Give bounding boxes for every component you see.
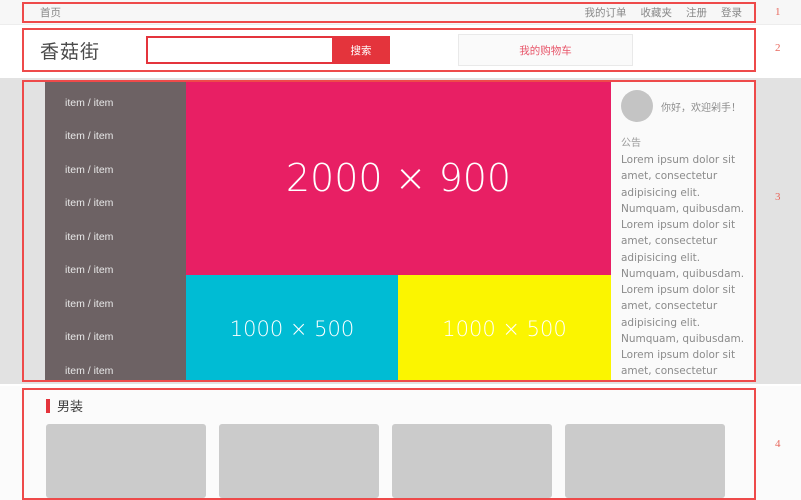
sidebar-item-label: item / item xyxy=(65,130,114,143)
sidebar-item-label: item / item xyxy=(65,364,114,377)
sidebar-item-4[interactable]: item / item xyxy=(45,187,186,221)
banner-row: 1000 × 500 1000 × 500 xyxy=(186,275,611,382)
product-card[interactable] xyxy=(565,424,725,498)
nav-link-login[interactable]: 登录 xyxy=(721,5,742,20)
banner-group: 2000 × 900 1000 × 500 1000 × 500 xyxy=(186,80,611,382)
avatar[interactable] xyxy=(621,90,653,122)
banner-main[interactable]: 2000 × 900 xyxy=(186,80,611,275)
notice-body: Lorem ipsum dolor sit amet, consectetur … xyxy=(621,154,745,382)
annotation-number-3: 3 xyxy=(775,191,781,203)
product-card-row xyxy=(46,424,755,498)
annotation-number-2: 2 xyxy=(775,42,781,54)
greeting-text: 你好，欢迎剁手！ xyxy=(661,102,741,114)
site-header-inner: 香菇街 搜索 我的购物车 xyxy=(22,28,756,72)
category-sidebar: item / item item / item item / item item… xyxy=(45,80,186,382)
section-title: 男装 xyxy=(46,396,755,415)
user-greeting-block: 你好，欢迎剁手！ xyxy=(621,90,747,122)
sidebar-item-5[interactable]: item / item xyxy=(45,220,186,254)
site-header: 香菇街 搜索 我的购物车 xyxy=(0,26,801,76)
annotation-number-1: 1 xyxy=(775,6,781,18)
sidebar-item-label: item / item xyxy=(65,96,114,109)
my-cart-button[interactable]: 我的购物车 xyxy=(458,34,634,66)
hero-inner: item / item item / item item / item item… xyxy=(24,80,755,382)
top-bar: 首页 我的订单 收藏夹 注册 登录 xyxy=(0,0,801,25)
hero-section: item / item item / item item / item item… xyxy=(0,78,801,384)
product-card[interactable] xyxy=(46,424,206,498)
sidebar-item-1[interactable]: item / item xyxy=(45,86,186,120)
site-logo[interactable]: 香菇街 xyxy=(40,37,100,64)
sidebar-item-label: item / item xyxy=(65,197,114,210)
search-input[interactable] xyxy=(146,36,333,64)
nav-link-favorites[interactable]: 收藏夹 xyxy=(641,5,673,20)
section-title-text: 男装 xyxy=(57,399,84,414)
product-card[interactable] xyxy=(219,424,379,498)
top-bar-links: 我的订单 收藏夹 注册 登录 xyxy=(585,5,743,20)
products-inner: 男装 xyxy=(24,388,755,500)
sidebar-item-label: item / item xyxy=(65,264,114,277)
section-accent-bar xyxy=(46,398,50,413)
banner-secondary-right[interactable]: 1000 × 500 xyxy=(398,275,611,382)
sidebar-item-8[interactable]: item / item xyxy=(45,321,186,355)
sidebar-item-6[interactable]: item / item xyxy=(45,254,186,288)
sidebar-item-9[interactable]: item / item xyxy=(45,354,186,388)
sidebar-item-3[interactable]: item / item xyxy=(45,153,186,187)
info-panel: 你好，欢迎剁手！ 公告 Lorem ipsum dolor sit amet, … xyxy=(611,80,755,382)
nav-link-home[interactable]: 首页 xyxy=(40,5,61,20)
banner-secondary-left[interactable]: 1000 × 500 xyxy=(186,275,398,382)
nav-link-my-orders[interactable]: 我的订单 xyxy=(585,5,627,20)
sidebar-item-7[interactable]: item / item xyxy=(45,287,186,321)
sidebar-item-label: item / item xyxy=(65,331,114,344)
search-button[interactable]: 搜索 xyxy=(332,36,391,64)
top-bar-inner: 首页 我的订单 收藏夹 注册 登录 xyxy=(22,2,756,23)
sidebar-item-2[interactable]: item / item xyxy=(45,120,186,154)
notice-heading: 公告 xyxy=(621,138,641,149)
annotation-number-4: 4 xyxy=(775,438,781,450)
search-bar: 搜索 xyxy=(146,36,391,64)
sidebar-item-label: item / item xyxy=(65,297,114,310)
sidebar-item-label: item / item xyxy=(65,163,114,176)
product-card[interactable] xyxy=(392,424,552,498)
nav-link-register[interactable]: 注册 xyxy=(686,5,707,20)
sidebar-item-label: item / item xyxy=(65,230,114,243)
products-section: 男装 xyxy=(0,386,801,500)
